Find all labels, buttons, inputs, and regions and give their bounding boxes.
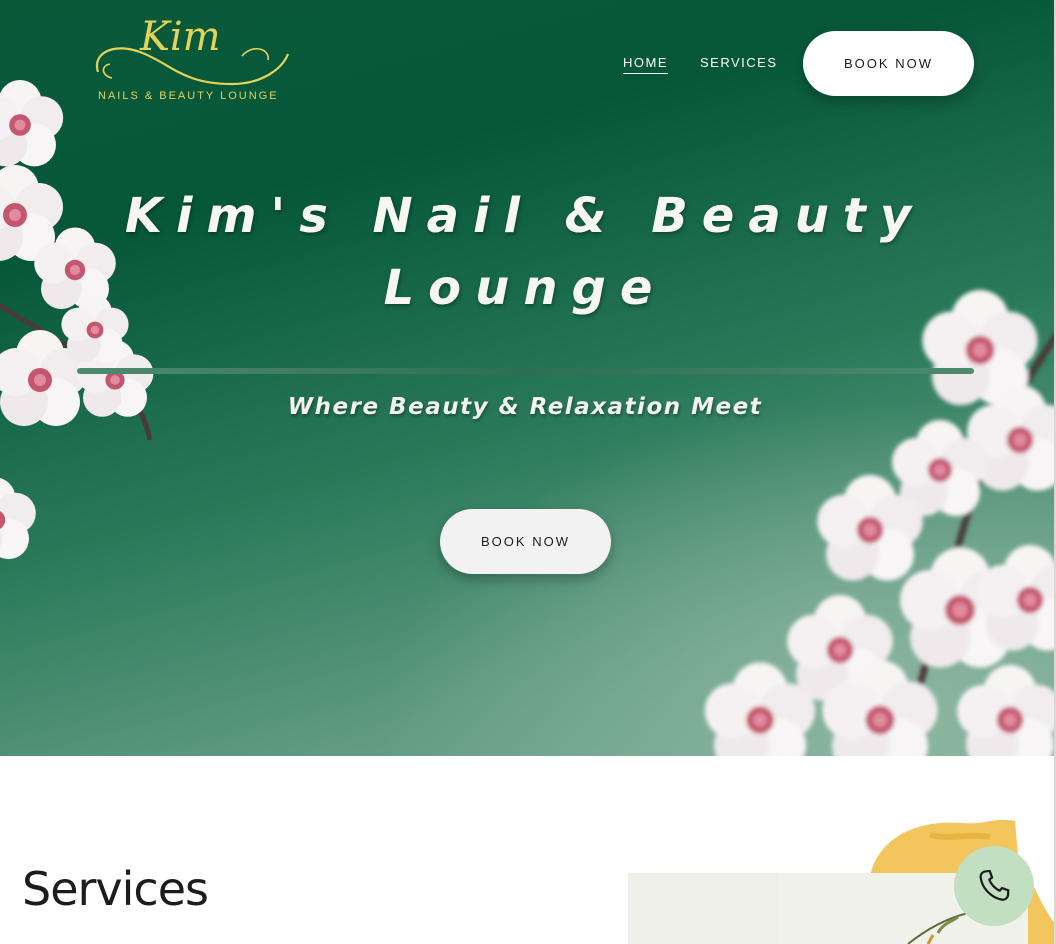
hero-title-line-1: Kim's Nail & Beauty — [124, 188, 926, 244]
hero-divider — [77, 368, 974, 374]
header-book-now-button[interactable]: BOOK NOW — [803, 31, 974, 96]
hero-book-now-button[interactable]: BOOK NOW — [440, 509, 611, 574]
nav-home-link[interactable]: HOME — [623, 55, 668, 74]
hero-subtitle: Where Beauty & Relaxation Meet — [287, 394, 763, 420]
cherry-blossom-decoration — [0, 80, 1056, 756]
hero-title-line-2: Lounge — [383, 260, 667, 316]
nav-services-link[interactable]: SERVICES — [700, 55, 778, 74]
phone-icon — [979, 869, 1010, 901]
main-nav: HOME SERVICES — [623, 55, 778, 74]
call-button[interactable] — [954, 846, 1034, 926]
hero-section: Kim NAILS & BEAUTY LOUNGE HOME SERVICES … — [0, 0, 1056, 756]
logo-tagline: NAILS & BEAUTY LOUNGE — [98, 90, 279, 102]
logo-script: Kim — [139, 14, 221, 60]
services-heading: Services — [22, 862, 209, 916]
hero-title: Kim's Nail & Beauty Lounge — [100, 180, 950, 324]
